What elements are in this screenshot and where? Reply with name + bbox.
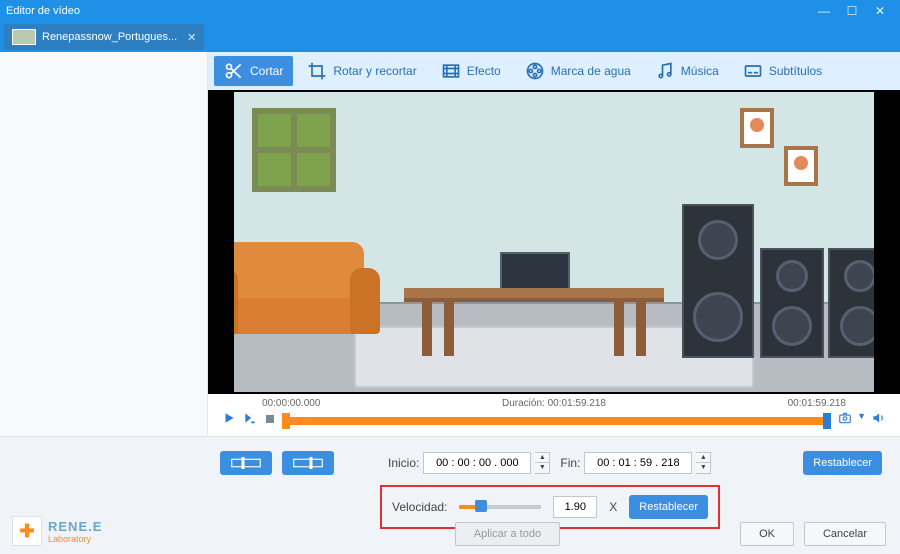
volume-button[interactable] xyxy=(870,411,886,430)
timeline-start-label: 00:00:00.000 xyxy=(262,398,320,409)
timeline-end-label: 00:01:59.218 xyxy=(788,398,846,409)
speed-value-input[interactable] xyxy=(553,496,597,518)
chevron-down-icon[interactable]: ▼ xyxy=(857,411,866,430)
file-tab-label: Renepassnow_Portugues... xyxy=(42,31,177,43)
rotate-crop-tab[interactable]: Rotar y recortar xyxy=(297,56,426,86)
title-bar: Editor de vídeo — ☐ ✕ xyxy=(0,0,900,22)
apply-all-button[interactable]: Aplicar a todo xyxy=(455,522,560,546)
speed-label: Velocidad: xyxy=(392,500,447,514)
timeline: 00:00:00.000 Duración: 00:01:59.218 00:0… xyxy=(208,394,900,436)
music-note-icon xyxy=(655,61,675,81)
speed-suffix: X xyxy=(609,500,617,514)
window-title: Editor de vídeo xyxy=(6,5,810,17)
speed-slider[interactable] xyxy=(459,505,541,509)
split-left-button[interactable] xyxy=(220,451,272,475)
start-time-input[interactable] xyxy=(423,452,531,474)
close-tab-icon[interactable]: ✕ xyxy=(187,31,196,44)
play-in-button[interactable] xyxy=(242,411,258,430)
music-tab-label: Música xyxy=(681,64,719,78)
file-thumbnail-icon xyxy=(12,29,36,45)
subtitles-tab-label: Subtítulos xyxy=(769,64,822,78)
sidebar xyxy=(0,52,208,436)
timeline-duration-caption: Duración: xyxy=(502,398,545,409)
speed-slider-thumb[interactable] xyxy=(475,500,487,512)
range-end-handle[interactable] xyxy=(823,413,831,429)
end-time-input[interactable] xyxy=(584,452,692,474)
dialog-footer: Aplicar a todo OK Cancelar xyxy=(455,522,886,546)
effect-tab-label: Efecto xyxy=(467,64,501,78)
reset-range-button[interactable]: Restablecer xyxy=(803,451,882,475)
watermark-tab[interactable]: Marca de agua xyxy=(515,56,641,86)
range-start-handle[interactable] xyxy=(282,413,290,429)
stop-button[interactable] xyxy=(264,412,276,430)
effect-tab[interactable]: Efecto xyxy=(431,56,511,86)
end-time-label: Fin: xyxy=(560,456,580,470)
controls-panel: Inicio: ▲▼ Fin: ▲▼ Restablecer Velocidad… xyxy=(0,436,900,554)
music-tab[interactable]: Música xyxy=(645,56,729,86)
timeline-track[interactable] xyxy=(286,417,827,425)
play-button[interactable] xyxy=(222,411,236,430)
minimize-button[interactable]: — xyxy=(810,4,838,18)
ok-button[interactable]: OK xyxy=(740,522,794,546)
crop-icon xyxy=(307,61,327,81)
snapshot-button[interactable] xyxy=(837,411,853,430)
reset-speed-button[interactable]: Restablecer xyxy=(629,495,708,519)
file-tabs: Renepassnow_Portugues... ✕ xyxy=(0,22,900,52)
brand-badge-icon: ✚ xyxy=(12,516,42,546)
cut-tab[interactable]: Cortar xyxy=(214,56,293,86)
subtitles-tab[interactable]: Subtítulos xyxy=(733,56,832,86)
maximize-button[interactable]: ☐ xyxy=(838,4,866,18)
cut-tab-label: Cortar xyxy=(250,64,283,78)
brand-sub: Laboratory xyxy=(48,534,102,544)
preview-frame xyxy=(234,92,874,392)
close-button[interactable]: ✕ xyxy=(866,4,894,18)
brand-logo: ✚ RENE.E Laboratory xyxy=(12,516,102,546)
brand-name: RENE.E xyxy=(48,519,102,534)
rotate-crop-tab-label: Rotar y recortar xyxy=(333,64,416,78)
timeline-duration-value: 00:01:59.218 xyxy=(548,398,606,409)
reel-icon xyxy=(525,61,545,81)
start-time-spinner[interactable]: ▲▼ xyxy=(535,452,550,474)
video-preview xyxy=(208,90,900,394)
split-right-button[interactable] xyxy=(282,451,334,475)
toolbar: Cortar Rotar y recortar Efecto Marca de … xyxy=(208,52,900,90)
file-tab[interactable]: Renepassnow_Portugues... ✕ xyxy=(4,24,204,50)
scissors-icon xyxy=(224,61,244,81)
subtitle-icon xyxy=(743,61,763,81)
cancel-button[interactable]: Cancelar xyxy=(804,522,886,546)
start-time-label: Inicio: xyxy=(388,456,419,470)
filmstrip-icon xyxy=(441,61,461,81)
watermark-tab-label: Marca de agua xyxy=(551,64,631,78)
end-time-spinner[interactable]: ▲▼ xyxy=(696,452,711,474)
